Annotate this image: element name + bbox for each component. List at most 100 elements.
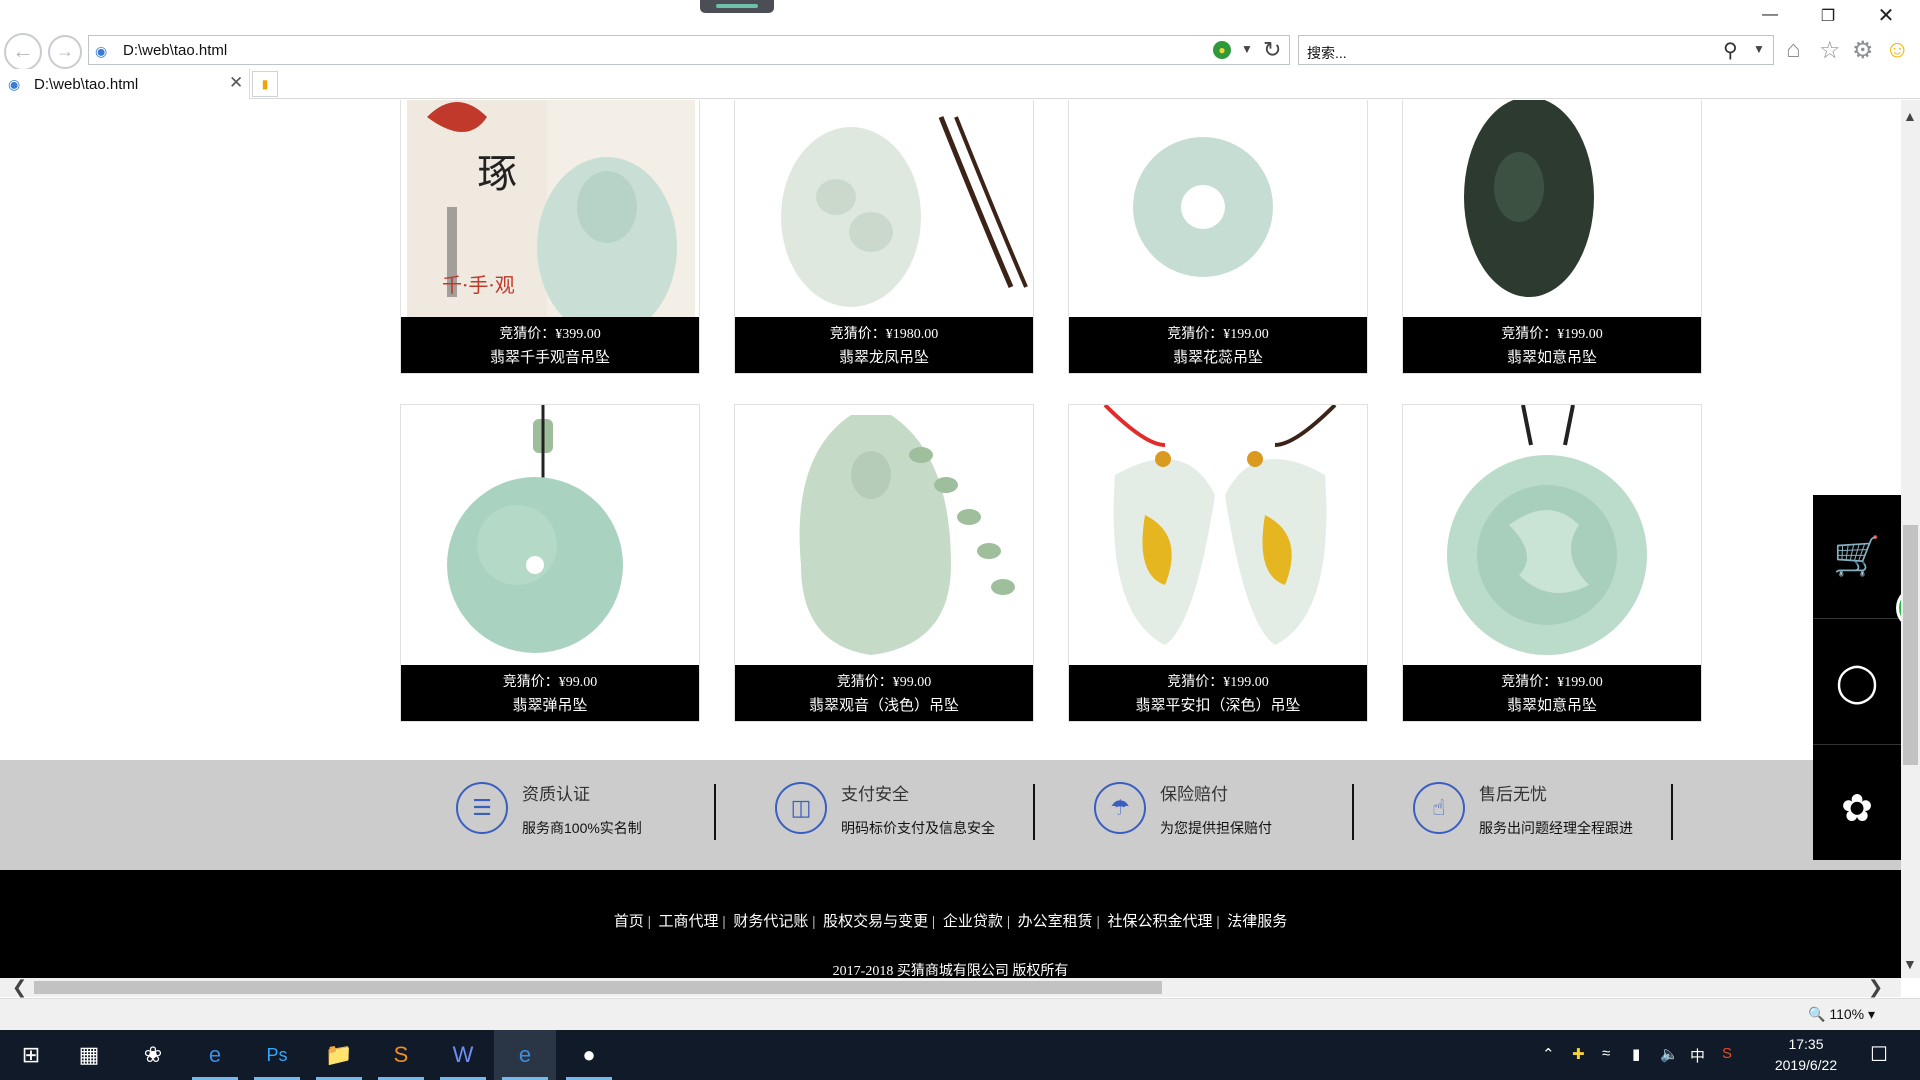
ime-indicator[interactable]: 中 xyxy=(1690,1045,1705,1066)
search-box[interactable]: 搜索... ⚲ ▼ xyxy=(1298,35,1774,65)
footer-link-office-rental[interactable]: 办公室租赁 xyxy=(1018,914,1093,930)
footer-links: 首页 | 工商代理 | 财务代记账 | 股权交易与变更 | 企业贷款 | 办公室租赁 | 社… xyxy=(0,910,1901,931)
product-card[interactable]: 竞猜价：¥199.00 翡翠花蕊吊坠 xyxy=(1068,100,1368,374)
product-image[interactable] xyxy=(407,405,695,667)
product-caption: 竞猜价：¥199.00 翡翠如意吊坠 xyxy=(1403,317,1701,373)
cart-icon[interactable]: 🛒 xyxy=(1813,495,1901,619)
windows-start-icon[interactable]: ⊞ xyxy=(0,1030,62,1080)
volume-icon[interactable]: 🔈 xyxy=(1660,1045,1679,1063)
zoom-level[interactable]: 🔍 110% ▾ xyxy=(1808,1006,1875,1023)
tray-expand-icon[interactable]: ⌃ xyxy=(1542,1045,1555,1063)
compatibility-view-icon[interactable]: ● xyxy=(1213,41,1231,59)
link-separator: | xyxy=(722,914,726,930)
product-image[interactable]: 琢 千·手·观 xyxy=(407,100,695,319)
scroll-left-icon[interactable]: ❮ xyxy=(12,977,27,998)
qq-icon[interactable]: ◯ xyxy=(1813,621,1901,745)
service-title: 保险赔付 xyxy=(1160,785,1228,804)
product-image[interactable] xyxy=(1409,405,1697,667)
product-card[interactable]: 竞猜价：¥99.00 翡翠观音（浅色）吊坠 xyxy=(734,404,1034,722)
wifi-icon[interactable]: ≈ xyxy=(1602,1045,1610,1062)
footer-link-home[interactable]: 首页 xyxy=(614,914,644,930)
product-card[interactable]: 竞猜价：¥1980.00 翡翠龙凤吊坠 xyxy=(734,100,1034,374)
link-separator: | xyxy=(812,914,816,930)
tab-close-icon[interactable]: ✕ xyxy=(229,73,243,93)
product-caption: 竞猜价：¥199.00 翡翠花蕊吊坠 xyxy=(1069,317,1367,373)
service-guarantee-bar: ☰ 资质认证 服务商100%实名制 ◫ 支付安全 明码标价支付及信息安全 ☂ 保… xyxy=(0,760,1901,870)
search-icon[interactable]: ⚲ xyxy=(1723,38,1738,63)
wps-writer-icon[interactable]: W xyxy=(432,1030,494,1080)
product-card[interactable]: 竞猜价：¥199.00 翡翠平安扣（深色）吊坠 xyxy=(1068,404,1368,722)
footer-link-bookkeeping[interactable]: 财务代记账 xyxy=(733,914,808,930)
scroll-down-icon[interactable]: ▼ xyxy=(1903,956,1917,972)
vertical-scroll-thumb[interactable] xyxy=(1903,525,1918,765)
app-pinwheel-icon[interactable]: ❀ xyxy=(122,1030,184,1080)
back-arrow-icon[interactable]: ← xyxy=(4,33,42,71)
sublime-text-icon[interactable]: S xyxy=(370,1030,432,1080)
product-card[interactable]: 琢 千·手·观 竞猜价：¥399.00 翡翠千手观音吊坠 xyxy=(400,100,700,374)
address-dropdown-icon[interactable]: ▼ xyxy=(1241,42,1253,56)
footer-link-legal[interactable]: 法律服务 xyxy=(1227,914,1287,930)
sogou-input-icon[interactable]: S xyxy=(1722,1045,1732,1062)
task-view-icon[interactable]: ▦ xyxy=(58,1030,120,1080)
search-dropdown-icon[interactable]: ▼ xyxy=(1753,42,1765,56)
search-placeholder[interactable]: 搜索... xyxy=(1307,43,1347,63)
product-name[interactable]: 翡翠弹吊坠 xyxy=(401,694,699,715)
system-clock[interactable]: 17:35 2019/6/22 xyxy=(1762,1034,1850,1076)
product-card[interactable]: 竞猜价：¥199.00 翡翠如意吊坠 xyxy=(1402,100,1702,374)
refresh-icon[interactable]: ↻ xyxy=(1263,37,1281,63)
scroll-up-icon[interactable]: ▲ xyxy=(1903,108,1917,124)
zoom-value[interactable]: 110% xyxy=(1829,1006,1864,1022)
link-separator: | xyxy=(1096,914,1100,930)
product-name[interactable]: 翡翠花蕊吊坠 xyxy=(1069,346,1367,367)
internet-explorer-icon[interactable]: e xyxy=(494,1030,556,1080)
horizontal-scrollbar[interactable]: ❮ ❯ xyxy=(0,977,1901,998)
product-name[interactable]: 翡翠千手观音吊坠 xyxy=(401,346,699,367)
product-card[interactable]: 竞猜价：¥199.00 翡翠如意吊坠 xyxy=(1402,404,1702,722)
link-separator: | xyxy=(647,914,651,930)
address-url[interactable]: D:\web\tao.html xyxy=(123,42,227,59)
umbrella-icon: ☂ xyxy=(1094,782,1146,834)
tray-app-icon[interactable]: ✚ xyxy=(1572,1045,1585,1063)
minimize-icon[interactable]: — xyxy=(1750,6,1790,24)
battery-icon[interactable]: ▮ xyxy=(1632,1045,1640,1063)
floating-sidebar: 🛒 ◯ ✿ xyxy=(1813,495,1901,860)
footer-link-loans[interactable]: 企业贷款 xyxy=(943,914,1003,930)
restore-icon[interactable]: ❐ xyxy=(1808,6,1848,26)
action-center-icon[interactable]: ☐ xyxy=(1870,1042,1888,1067)
window-drag-handle[interactable] xyxy=(700,0,774,13)
footprint-icon[interactable]: ✿ xyxy=(1813,747,1901,871)
product-name[interactable]: 翡翠龙凤吊坠 xyxy=(735,346,1033,367)
scroll-right-icon[interactable]: ❯ xyxy=(1868,977,1883,998)
feedback-smiley-icon[interactable]: ☺ xyxy=(1885,36,1910,64)
horizontal-scroll-thumb[interactable] xyxy=(34,981,1162,994)
footer-link-equity[interactable]: 股权交易与变更 xyxy=(823,914,928,930)
footer-link-business-agent[interactable]: 工商代理 xyxy=(659,914,719,930)
product-image[interactable] xyxy=(741,100,1029,319)
product-name[interactable]: 翡翠如意吊坠 xyxy=(1403,694,1701,715)
forward-arrow-icon[interactable]: → xyxy=(48,35,82,69)
product-card[interactable]: 竞猜价：¥99.00 翡翠弹吊坠 xyxy=(400,404,700,722)
close-window-icon[interactable]: ✕ xyxy=(1866,3,1906,28)
product-name[interactable]: 翡翠平安扣（深色）吊坠 xyxy=(1069,694,1367,715)
favorites-star-icon[interactable]: ☆ xyxy=(1819,36,1841,65)
tab-tao[interactable]: ◉ D:\web\tao.html ✕ xyxy=(0,69,250,99)
edge-browser-icon[interactable]: e xyxy=(184,1030,246,1080)
tab-title[interactable]: D:\web\tao.html xyxy=(34,76,138,93)
vertical-scrollbar[interactable]: ▲ ▼ xyxy=(1901,100,1920,978)
new-tab-icon[interactable]: ▮ xyxy=(252,71,278,97)
product-image[interactable] xyxy=(1075,405,1363,667)
photoshop-icon[interactable]: Ps xyxy=(246,1030,308,1080)
service-divider xyxy=(1033,784,1035,840)
product-image[interactable] xyxy=(1409,100,1697,319)
footer-link-social-security[interactable]: 社保公积金代理 xyxy=(1107,914,1212,930)
home-icon[interactable]: ⌂ xyxy=(1786,36,1801,64)
qq-penguin-icon[interactable]: ● xyxy=(558,1030,620,1080)
product-name[interactable]: 翡翠观音（浅色）吊坠 xyxy=(735,694,1033,715)
service-title: 支付安全 xyxy=(841,785,909,804)
file-explorer-icon[interactable]: 📁 xyxy=(308,1030,370,1080)
settings-gear-icon[interactable]: ⚙ xyxy=(1852,36,1874,65)
product-name[interactable]: 翡翠如意吊坠 xyxy=(1403,346,1701,367)
product-image[interactable] xyxy=(1075,100,1363,319)
address-bar[interactable]: ◉ D:\web\tao.html ● ▼ ↻ xyxy=(88,35,1290,65)
product-image[interactable] xyxy=(741,405,1029,667)
